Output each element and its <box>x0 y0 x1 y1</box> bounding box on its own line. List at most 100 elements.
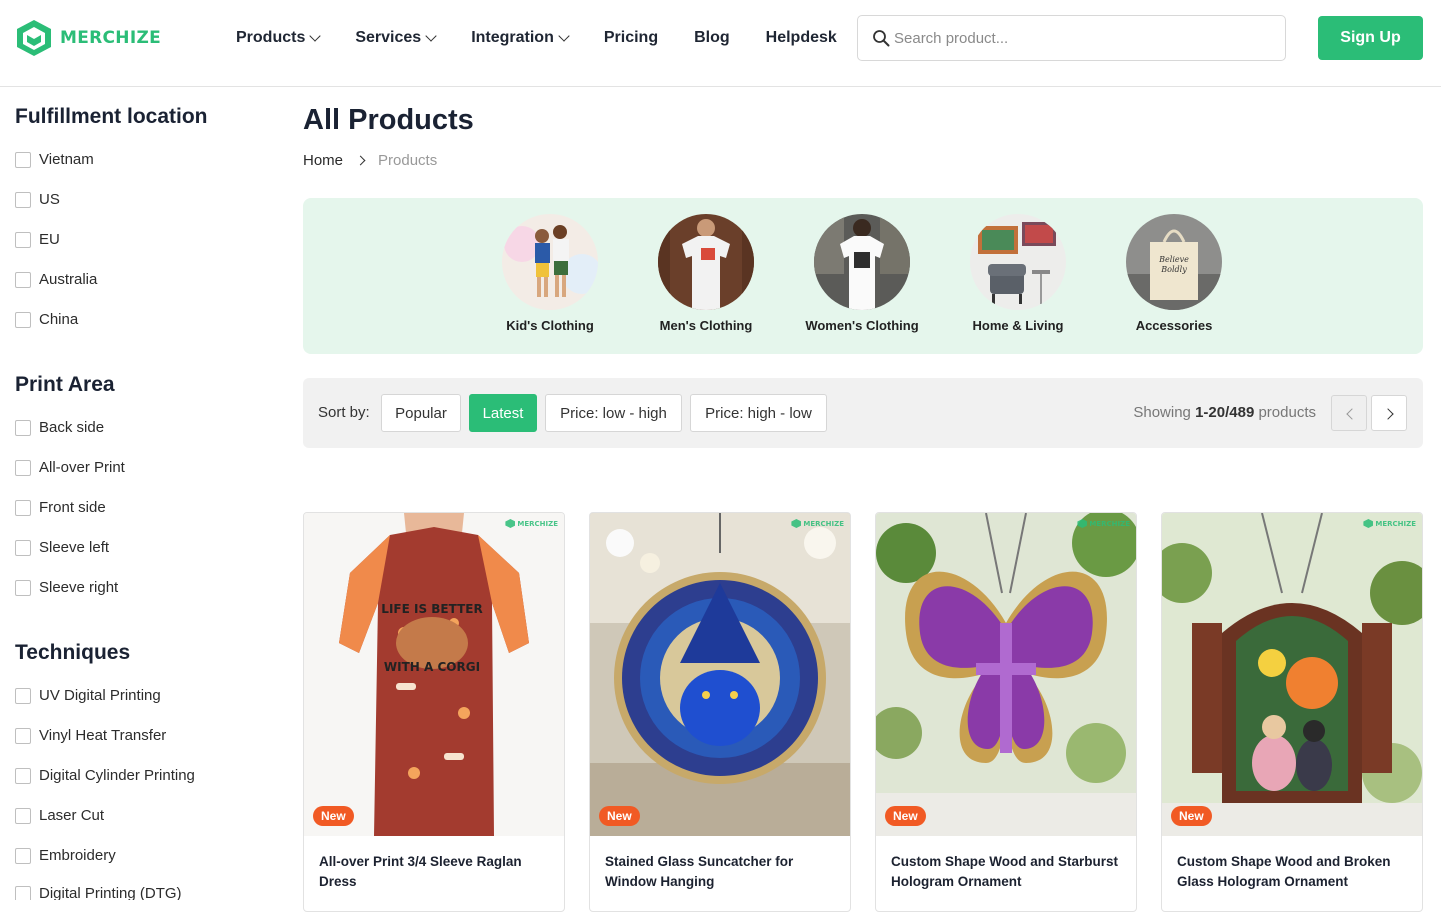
filter-title-print-area: Print Area <box>15 373 115 396</box>
category-home-living[interactable]: Home & Living <box>953 214 1083 333</box>
signup-button[interactable]: Sign Up <box>1318 16 1423 60</box>
filter-option-digital-printing-dtg[interactable]: Digital Printing (DTG) <box>15 885 182 900</box>
checkbox[interactable] <box>15 847 31 864</box>
checkbox[interactable] <box>15 687 31 704</box>
nav-services-label: Services <box>355 29 422 46</box>
checkbox[interactable] <box>15 231 31 248</box>
checkbox[interactable] <box>15 271 31 288</box>
nav-pricing[interactable]: Pricing <box>604 27 658 49</box>
svg-text:WITH A CORGI: WITH A CORGI <box>384 660 480 674</box>
product-card[interactable]: LIFE IS BETTER WITH A CORGI MERCHIZE New… <box>303 512 565 912</box>
nav-blog[interactable]: Blog <box>694 27 730 49</box>
sort-bar: Sort by: Popular Latest Price: low - hig… <box>303 378 1423 448</box>
product-title: Custom Shape Wood and Starburst Hologram… <box>891 854 1119 889</box>
category-mens-clothing[interactable]: Men's Clothing <box>641 214 771 333</box>
filter-option-laser-cut[interactable]: Laser Cut <box>15 807 104 824</box>
category-label: Men's Clothing <box>659 318 753 333</box>
sort-price-high-low-button[interactable]: Price: high - low <box>690 394 827 432</box>
filter-option-label: Digital Printing (DTG) <box>39 885 182 900</box>
filter-option-label: Digital Cylinder Printing <box>39 767 195 784</box>
filter-option-label: Vinyl Heat Transfer <box>39 727 167 744</box>
checkbox[interactable] <box>15 767 31 784</box>
merchize-logo-icon <box>791 519 802 528</box>
product-card[interactable]: MERCHIZE New Custom Shape Wood and Broke… <box>1161 512 1423 912</box>
nav-services[interactable]: Services <box>355 27 437 49</box>
category-strip: Kid's Clothing Men's Clothing Women's Cl… <box>303 198 1423 354</box>
checkbox[interactable] <box>15 419 31 436</box>
filter-option-vietnam[interactable]: Vietnam <box>15 151 94 168</box>
watermark-text: MERCHIZE <box>517 519 558 528</box>
filter-option-eu[interactable]: EU <box>15 231 60 248</box>
filter-option-label: Vietnam <box>39 151 94 168</box>
checkbox[interactable] <box>15 539 31 556</box>
filter-option-back-side[interactable]: Back side <box>15 419 104 436</box>
filter-option-vinyl-heat-transfer[interactable]: Vinyl Heat Transfer <box>15 727 166 744</box>
product-image: MERCHIZE <box>590 513 850 836</box>
merchize-logo-icon <box>1077 519 1088 528</box>
search-icon <box>873 30 890 47</box>
search-input[interactable] <box>894 29 1254 47</box>
product-title: Stained Glass Suncatcher for Window Hang… <box>605 854 794 889</box>
filter-option-front-side[interactable]: Front side <box>15 499 106 516</box>
product-card[interactable]: MERCHIZE New Custom Shape Wood and Starb… <box>875 512 1137 912</box>
nav-blog-label: Blog <box>694 29 730 46</box>
svg-text:Boldly: Boldly <box>1160 265 1187 274</box>
checkbox[interactable] <box>15 191 31 208</box>
filter-title-techniques: Techniques <box>15 641 131 664</box>
checkbox[interactable] <box>15 807 31 824</box>
checkbox[interactable] <box>15 459 31 476</box>
filter-option-us[interactable]: US <box>15 191 60 208</box>
chevron-down-icon <box>425 29 437 42</box>
search-box[interactable] <box>857 15 1286 61</box>
category-image <box>814 214 910 310</box>
product-card[interactable]: MERCHIZE New Stained Glass Suncatcher fo… <box>589 512 851 912</box>
checkbox[interactable] <box>15 885 31 900</box>
next-page-button[interactable] <box>1371 395 1407 431</box>
category-kids-clothing[interactable]: Kid's Clothing <box>485 214 615 333</box>
chevron-left-icon <box>1346 408 1358 420</box>
filter-option-australia[interactable]: Australia <box>15 271 97 288</box>
main-nav: Products Services Integration Pricing Bl… <box>236 27 873 49</box>
category-womens-clothing[interactable]: Women's Clothing <box>797 214 927 333</box>
filter-option-digital-cylinder-printing[interactable]: Digital Cylinder Printing <box>15 767 195 784</box>
nav-integration-label: Integration <box>471 29 554 46</box>
nav-products[interactable]: Products <box>236 27 322 49</box>
merchize-logo-icon <box>17 20 51 56</box>
breadcrumb-home[interactable]: Home <box>303 152 343 169</box>
checkbox[interactable] <box>15 311 31 328</box>
watermark-text: MERCHIZE <box>1089 519 1130 528</box>
sort-label: Sort by: <box>318 404 370 421</box>
category-image <box>658 214 754 310</box>
sort-latest-button[interactable]: Latest <box>469 394 537 432</box>
sort-price-low-high-button[interactable]: Price: low - high <box>545 394 682 432</box>
product-image: MERCHIZE <box>876 513 1136 836</box>
category-accessories[interactable]: Believe Boldly Accessories <box>1109 214 1239 333</box>
filter-option-china[interactable]: China <box>15 311 78 328</box>
filter-option-sleeve-right[interactable]: Sleeve right <box>15 579 118 596</box>
chevron-down-icon <box>558 29 570 42</box>
product-title: All-over Print 3/4 Sleeve Raglan Dress <box>319 854 522 889</box>
merchize-logo[interactable]: MERCHIZE <box>14 18 161 58</box>
page-title: All Products <box>303 104 474 136</box>
results-suffix: products <box>1254 404 1316 421</box>
sort-popular-button[interactable]: Popular <box>381 394 461 432</box>
checkbox[interactable] <box>15 151 31 168</box>
filter-option-sleeve-left[interactable]: Sleeve left <box>15 539 109 556</box>
checkbox[interactable] <box>15 499 31 516</box>
filter-option-all-over-print[interactable]: All-over Print <box>15 459 125 476</box>
checkbox[interactable] <box>15 579 31 596</box>
category-label: Women's Clothing <box>805 318 919 333</box>
watermark-text: MERCHIZE <box>803 519 844 528</box>
new-badge: New <box>599 806 640 826</box>
watermark: MERCHIZE <box>1363 519 1416 528</box>
filter-option-embroidery[interactable]: Embroidery <box>15 847 116 864</box>
checkbox[interactable] <box>15 727 31 744</box>
watermark: MERCHIZE <box>505 519 558 528</box>
filter-option-label: All-over Print <box>39 459 125 476</box>
prev-page-button[interactable] <box>1331 395 1367 431</box>
filter-option-uv-digital-printing[interactable]: UV Digital Printing <box>15 687 161 704</box>
nav-integration[interactable]: Integration <box>471 27 570 49</box>
nav-helpdesk[interactable]: Helpdesk <box>766 27 837 49</box>
filter-option-label: China <box>39 311 79 328</box>
filter-option-label: Australia <box>39 271 98 288</box>
